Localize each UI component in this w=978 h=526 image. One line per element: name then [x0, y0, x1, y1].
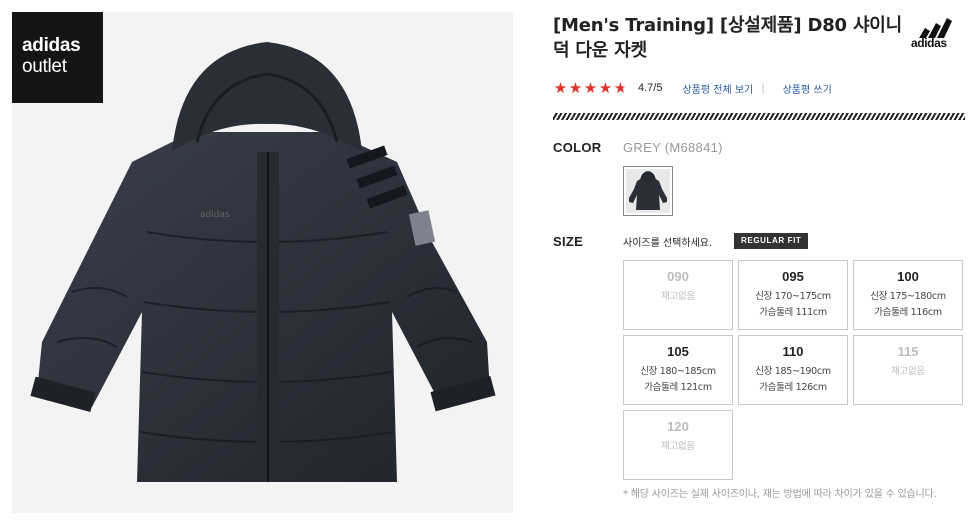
size-number: 110 — [782, 344, 804, 359]
size-number: 115 — [897, 344, 919, 359]
star-icon: ★ — [568, 78, 583, 97]
star-rating: ★ ★ ★ ★ ★ — [553, 78, 628, 97]
product-image[interactable]: adidas adidas outlet — [12, 12, 513, 513]
star-icon: ★ — [613, 78, 628, 97]
size-number: 100 — [897, 269, 919, 284]
size-number: 120 — [667, 419, 689, 434]
size-option-115[interactable]: 115 재고없음 — [853, 335, 963, 405]
link-separator: | — [761, 82, 765, 94]
size-height: 신장 185~190cm — [755, 366, 831, 377]
color-swatch-grey[interactable] — [623, 166, 673, 216]
size-option-120[interactable]: 120 재고없음 — [623, 410, 733, 480]
size-stock-status: 재고없음 — [661, 291, 695, 302]
size-option-100[interactable]: 100 신장 175~180cm 가슴둘레 116cm — [853, 260, 963, 330]
selected-color-value: GREY (M68841) — [623, 140, 723, 155]
size-number: 090 — [667, 269, 689, 284]
size-label: SIZE — [553, 234, 584, 249]
view-all-reviews-link[interactable]: 상품평 전체 보기 — [682, 81, 753, 96]
size-note: * 해당 사이즈는 실제 사이즈이나, 재는 방법에 따라 차이가 있을 수 있… — [623, 489, 937, 500]
size-option-110[interactable]: 110 신장 185~190cm 가슴둘레 126cm — [738, 335, 848, 405]
size-option-095[interactable]: 095 신장 170~175cm 가슴둘레 111cm — [738, 260, 848, 330]
size-height: 신장 180~185cm — [640, 366, 716, 377]
size-stock-status: 재고없음 — [661, 441, 695, 452]
adidas-brand-logo: adidas — [909, 14, 965, 50]
color-label: COLOR — [553, 140, 602, 155]
color-swatch-thumbnail — [626, 169, 670, 213]
outlet-logo-line1: adidas — [22, 35, 81, 56]
jacket-thumbnail-icon — [629, 171, 667, 210]
product-info-panel: [Men's Training] [상설제품] D80 샤이니 덕 다운 자켓 … — [553, 0, 968, 526]
size-chest: 가슴둘레 121cm — [644, 382, 712, 393]
write-review-link[interactable]: 상품평 쓰기 — [783, 81, 832, 96]
size-number: 105 — [667, 344, 689, 359]
regular-fit-badge: REGULAR FIT — [734, 233, 809, 249]
adidas-stripes-icon — [919, 18, 952, 38]
size-height: 신장 175~180cm — [870, 291, 946, 302]
size-option-090[interactable]: 090 재고없음 — [623, 260, 733, 330]
star-icon: ★ — [553, 78, 568, 97]
svg-text:adidas: adidas — [200, 210, 230, 220]
size-chest: 가슴둘레 126cm — [759, 382, 827, 393]
adidas-outlet-logo: adidas outlet — [12, 12, 103, 103]
star-icon: ★ — [598, 78, 613, 97]
size-stock-status: 재고없음 — [891, 366, 925, 377]
size-number: 095 — [782, 269, 804, 284]
size-hint: 사이즈를 선택하세요. — [623, 238, 713, 249]
rating-value: 4.7/5 — [638, 82, 663, 94]
outlet-logo-line2: outlet — [22, 56, 67, 77]
size-chest: 가슴둘레 111cm — [759, 307, 827, 318]
brand-logo-text: adidas — [911, 36, 947, 50]
size-option-105[interactable]: 105 신장 180~185cm 가슴둘레 121cm — [623, 335, 733, 405]
size-chest: 가슴둘레 116cm — [874, 307, 942, 318]
star-icon: ★ — [583, 78, 598, 97]
section-divider — [553, 113, 965, 120]
size-height: 신장 170~175cm — [755, 291, 831, 302]
rating-row: ★ ★ ★ ★ ★ 4.7/5 상품평 전체 보기 | 상품평 쓰기 — [553, 79, 832, 97]
product-title: [Men's Training] [상설제품] D80 샤이니 덕 다운 자켓 — [553, 15, 903, 61]
